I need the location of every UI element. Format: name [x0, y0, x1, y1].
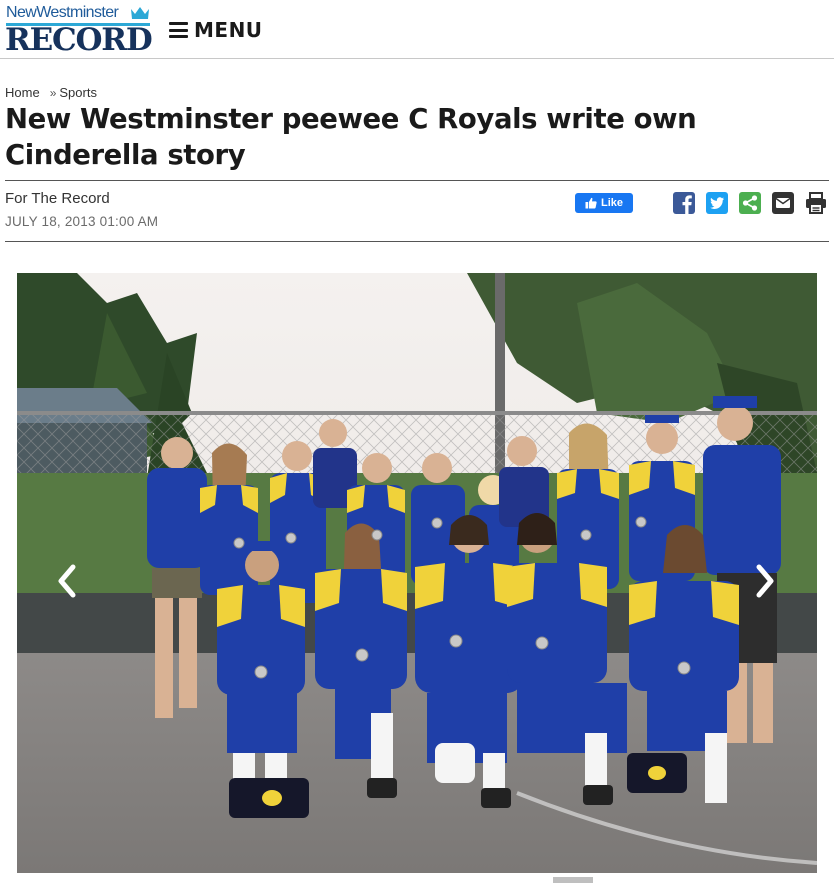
breadcrumb-separator: »: [49, 85, 57, 100]
article-photo: [17, 273, 817, 873]
logo-wordmark-main: RECORD: [5, 22, 153, 58]
breadcrumb: Home » Sports: [5, 85, 97, 100]
twitter-icon[interactable]: [705, 191, 729, 215]
gallery-pager-indicator[interactable]: [553, 877, 593, 883]
menu-button[interactable]: MENU: [169, 17, 263, 43]
site-logo[interactable]: NewWestminster RECORD: [5, 4, 153, 58]
divider: [5, 180, 829, 181]
breadcrumb-home[interactable]: Home: [5, 85, 40, 100]
chevron-left-icon[interactable]: [55, 561, 79, 601]
like-label: Like: [600, 197, 623, 209]
article-date: JULY 18, 2013 01:00 AM: [5, 214, 159, 229]
divider: [5, 241, 829, 242]
print-icon[interactable]: [804, 191, 828, 215]
email-icon[interactable]: [771, 191, 795, 215]
facebook-like-button[interactable]: Like: [575, 193, 633, 213]
thumbs-up-icon: [585, 197, 597, 209]
share-icon[interactable]: [738, 191, 762, 215]
article-title: New Westminster peewee C Royals write ow…: [5, 103, 697, 171]
crown-icon: [131, 7, 149, 19]
hamburger-icon: [169, 22, 188, 38]
share-toolbar: [672, 191, 828, 215]
logo-wordmark-top: NewWestminster: [6, 4, 119, 21]
facebook-icon[interactable]: [672, 191, 696, 215]
chevron-right-icon[interactable]: [753, 561, 777, 601]
article-byline: For The Record: [5, 190, 110, 207]
menu-label: MENU: [194, 18, 263, 42]
site-header: NewWestminster RECORD MENU: [0, 0, 834, 59]
team-photo: [17, 273, 817, 873]
breadcrumb-sports[interactable]: Sports: [59, 85, 97, 100]
